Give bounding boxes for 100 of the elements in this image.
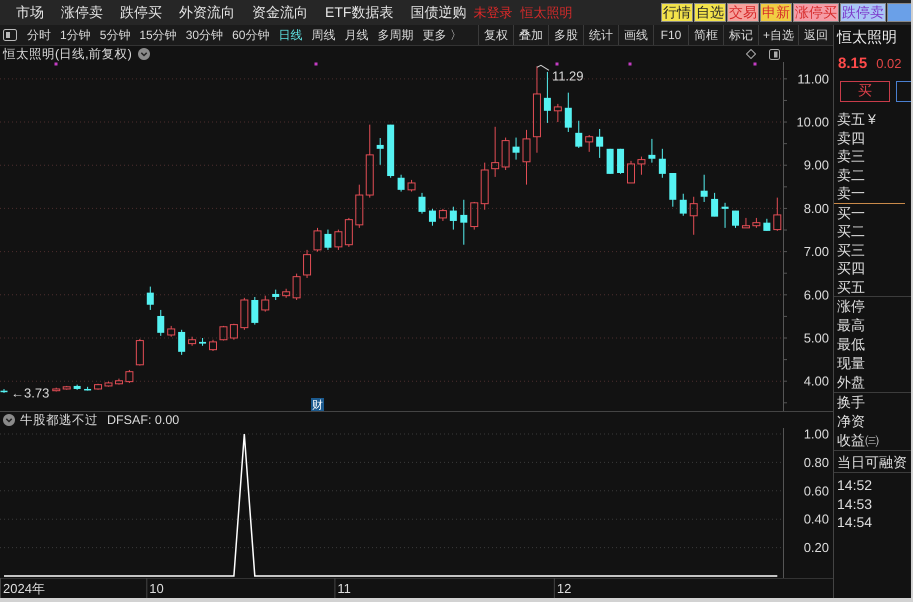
candle	[199, 338, 206, 346]
candle	[554, 103, 562, 123]
stat-label: 最低	[837, 335, 865, 354]
tool-button[interactable]: F10	[652, 25, 688, 45]
indicator-name: 牛股都逃不过	[20, 412, 98, 428]
candle	[491, 126, 500, 178]
current-stock-name: 恒太照明	[520, 4, 572, 22]
candle	[387, 124, 394, 178]
candle	[62, 385, 71, 390]
bid-level-label: 买三	[837, 240, 865, 259]
candle	[282, 288, 290, 298]
trade-time: 14:53	[837, 494, 872, 513]
stat-label: 最高	[837, 316, 865, 335]
tool-button[interactable]: 叠加	[512, 25, 548, 45]
candle	[564, 92, 572, 132]
candle	[752, 217, 760, 228]
candle	[575, 120, 582, 148]
finance-tag[interactable]: 财	[311, 398, 324, 411]
quick-button[interactable]: 跌停卖	[840, 3, 886, 22]
leader-line	[536, 64, 550, 71]
candle	[470, 201, 478, 230]
currency-symbol[interactable]: ¥	[868, 110, 876, 128]
candle	[136, 338, 144, 366]
candle	[502, 137, 510, 170]
quick-button[interactable]: 自选	[694, 3, 726, 22]
candle	[303, 249, 312, 278]
period-tab[interactable]: 5分钟	[100, 26, 130, 44]
value-axis-label: 1.00	[804, 428, 829, 442]
period-tab[interactable]: 月线	[344, 26, 368, 44]
menu-item[interactable]: 资金流向	[252, 4, 308, 22]
panel-toggle-icon[interactable]	[769, 48, 780, 60]
value-axis-label: 0.60	[804, 483, 829, 498]
date-axis-label: 2024年	[3, 581, 45, 596]
menu-item[interactable]: 涨停卖	[61, 4, 103, 22]
candle	[84, 386, 92, 392]
dropdown-icon[interactable]	[138, 48, 150, 60]
event-marker-icon[interactable]	[754, 62, 756, 66]
tool-button[interactable]: 多股	[548, 25, 583, 45]
period-tab[interactable]: 更多 〉	[422, 26, 462, 44]
candle	[188, 336, 196, 346]
tool-button[interactable]: 画线	[618, 25, 653, 45]
candle	[230, 323, 238, 340]
candle	[637, 156, 646, 176]
period-tab[interactable]: 30分钟	[186, 26, 224, 44]
candle	[711, 192, 718, 218]
date-axis-label: 10	[149, 581, 164, 596]
price-axis-label: 7.00	[804, 244, 829, 260]
tool-button[interactable]: 返回	[798, 25, 833, 45]
event-marker-icon[interactable]	[314, 62, 318, 66]
event-marker-icon[interactable]	[556, 62, 558, 66]
tool-button[interactable]: 复权	[478, 25, 513, 45]
tool-button[interactable]: 简框	[688, 25, 723, 45]
diamond-icon[interactable]	[746, 49, 756, 59]
candle	[438, 208, 447, 222]
candle	[0, 388, 8, 394]
candle	[376, 138, 384, 166]
menu-item[interactable]: 外资流向	[179, 4, 235, 22]
period-tab[interactable]: 多周期	[377, 26, 414, 44]
candle	[544, 71, 551, 124]
candle	[418, 192, 426, 214]
candle	[272, 289, 280, 300]
period-tab[interactable]: 周线	[311, 26, 336, 44]
candle	[292, 273, 301, 300]
dropdown-icon[interactable]	[3, 414, 15, 426]
candle	[146, 286, 154, 310]
candle	[355, 184, 364, 228]
event-marker-icon[interactable]	[54, 62, 58, 66]
price-axis-label: 11.00	[797, 71, 829, 86]
period-tab[interactable]: 1分钟	[60, 26, 91, 44]
panel-toggle-icon[interactable]	[3, 29, 17, 41]
candle	[658, 148, 666, 178]
candle	[680, 193, 687, 216]
price-axis-label: 9.00	[804, 158, 829, 173]
candle	[763, 218, 770, 232]
date-axis-label: 12	[556, 581, 572, 596]
buy-button[interactable]: 买	[840, 80, 890, 102]
tool-button[interactable]: 统计	[582, 25, 618, 45]
candle	[512, 137, 520, 160]
period-tab[interactable]: 60分钟	[232, 26, 270, 44]
menu-item[interactable]: 跌停买	[120, 4, 162, 22]
candle	[522, 129, 530, 186]
period-tab[interactable]: 分时	[27, 26, 51, 44]
menu-item[interactable]: 国债逆购	[410, 4, 466, 22]
tool-button[interactable]: +自选	[758, 25, 798, 45]
candle	[74, 384, 81, 390]
period-tab[interactable]: 15分钟	[139, 26, 177, 44]
quick-button[interactable]: 行情	[661, 3, 693, 22]
tool-button[interactable]: 标记	[722, 25, 758, 45]
candle	[773, 197, 782, 232]
candle	[408, 179, 416, 192]
menu-item[interactable]: ETF数据表	[325, 4, 394, 22]
value-axis-label: 0.80	[804, 454, 829, 470]
menu-item[interactable]: 市场	[16, 4, 44, 22]
ask-level-label: 卖四	[837, 128, 865, 147]
candle	[617, 148, 624, 174]
candle	[669, 172, 676, 208]
candle	[114, 378, 123, 386]
period-tab[interactable]: 日线	[278, 26, 302, 44]
candle	[700, 174, 708, 202]
event-marker-icon[interactable]	[628, 62, 632, 66]
